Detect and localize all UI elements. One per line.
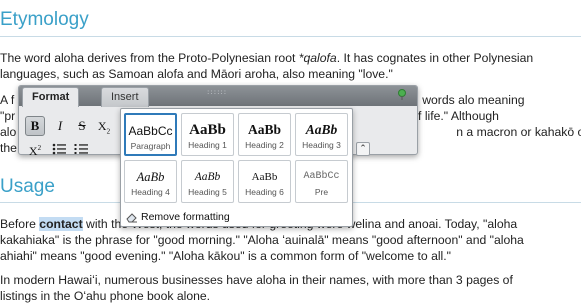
style-paragraph[interactable]: AaBbCc Paragraph (124, 113, 177, 156)
heading-rule (0, 36, 581, 37)
text-line: kakahiaka" is the phrase for "good morni… (0, 233, 524, 247)
subscript-button[interactable]: X2 (94, 116, 114, 136)
style-heading-1[interactable]: AaBb Heading 1 (181, 113, 234, 156)
tab-insert[interactable]: Insert (101, 87, 149, 107)
remove-formatting-item[interactable]: Remove formatting (126, 210, 230, 224)
pin-icon[interactable] (396, 88, 408, 100)
text-line: The word aloha derives from the Proto-Po… (0, 51, 534, 65)
styles-dropdown: AaBbCc Paragraph AaBb Heading 1 AaBb Hea… (120, 108, 353, 227)
selected-text[interactable]: contact (39, 217, 83, 231)
text-line: listings in the Oʻahu phone book alone. (0, 289, 211, 303)
style-heading-4[interactable]: AaBb Heading 4 (124, 160, 177, 203)
etymology-heading: Etymology (0, 9, 89, 30)
style-heading-5[interactable]: AaBb Heading 5 (181, 160, 234, 203)
style-pre[interactable]: AaBbCc Pre (295, 160, 348, 203)
bulleted-list-button[interactable] (49, 138, 69, 158)
drag-grip-icon[interactable]: :::::: (207, 88, 227, 96)
numbered-list-button[interactable] (71, 138, 91, 158)
style-heading-6[interactable]: AaBb Heading 6 (238, 160, 291, 203)
double-chevron-up-icon[interactable]: ⌃ (356, 142, 370, 156)
bulleted-list-icon (52, 143, 66, 155)
italic-button[interactable]: I (50, 116, 70, 136)
text-line: In modern Hawaiʻi, numerous businesses h… (0, 273, 513, 287)
text-line: ahiahi" means "good evening." "Aloha kāk… (0, 249, 451, 263)
eraser-icon (126, 213, 137, 223)
tab-format[interactable]: Format (22, 87, 80, 107)
superscript-button[interactable]: X2 (25, 138, 45, 158)
etymology-paragraph-1: The word aloha derives from the Proto-Po… (0, 50, 581, 82)
style-heading-3[interactable]: AaBb Heading 3 (295, 113, 348, 156)
numbered-list-icon (74, 144, 88, 155)
text-line: languages, such as Samoan alofa and Māor… (0, 67, 393, 81)
style-heading-2[interactable]: AaBb Heading 2 (238, 113, 291, 156)
usage-heading: Usage (0, 176, 55, 197)
usage-paragraph-2: In modern Hawaiʻi, numerous businesses h… (0, 272, 581, 304)
strikethrough-button[interactable]: S (72, 116, 92, 136)
bold-button[interactable]: B (25, 116, 45, 136)
